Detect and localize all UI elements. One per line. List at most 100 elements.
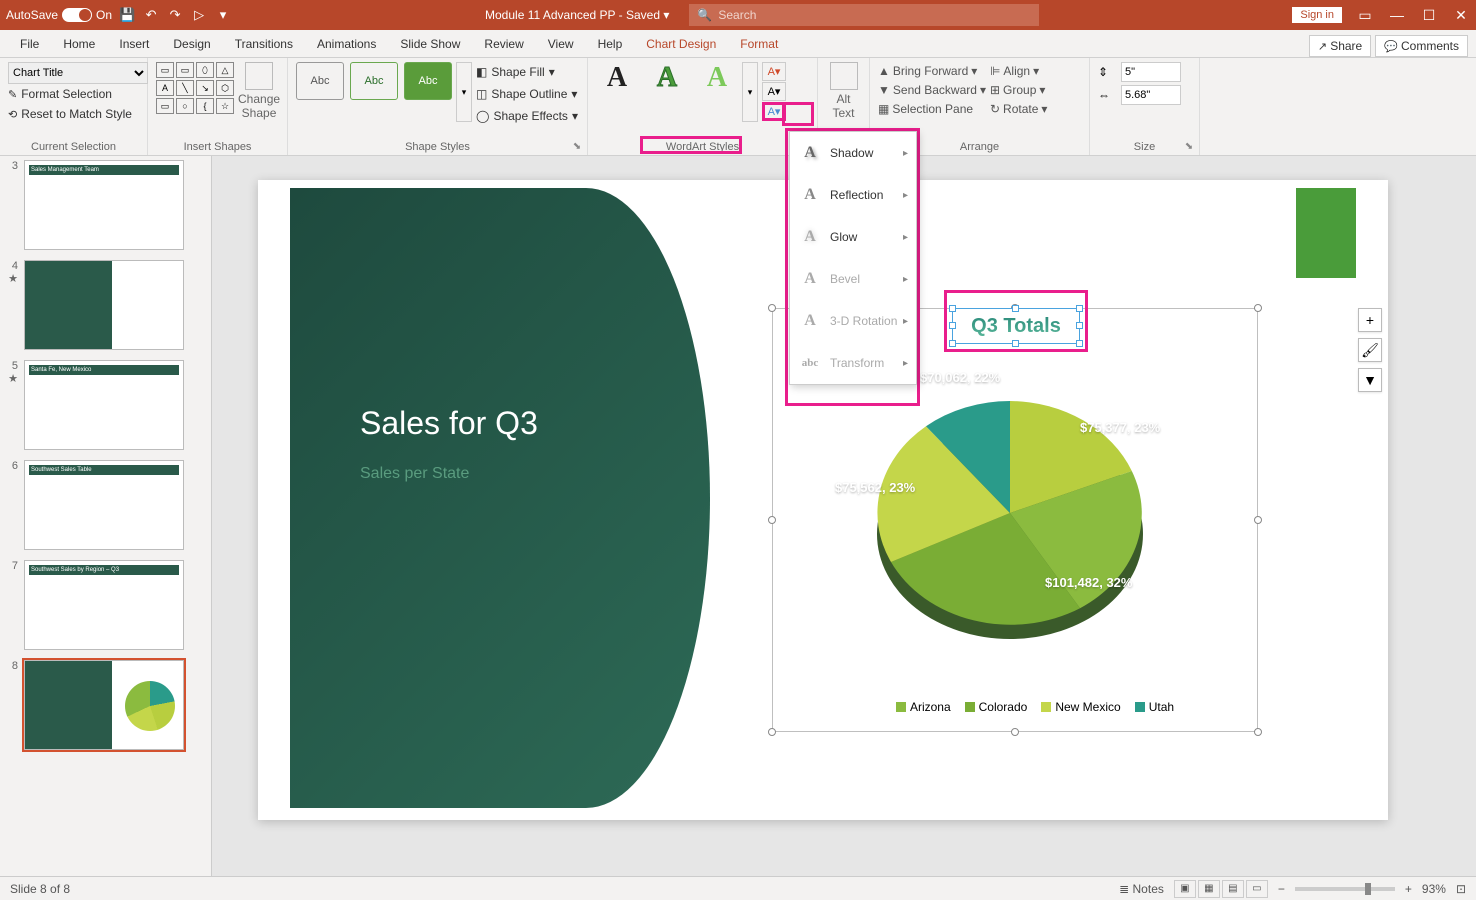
tab-transitions[interactable]: Transitions [223, 31, 305, 57]
tab-review[interactable]: Review [472, 31, 535, 57]
tab-format[interactable]: Format [728, 31, 790, 57]
tab-home[interactable]: Home [51, 31, 107, 57]
shapes-gallery[interactable]: ▭▭⬯△A╲↘⬡▭○{☆ [156, 62, 234, 114]
selection-pane-button[interactable]: ▦ Selection Pane [878, 100, 986, 118]
close-icon[interactable]: ✕ [1452, 7, 1470, 24]
autosave-state: On [96, 8, 112, 22]
tab-chart-design[interactable]: Chart Design [634, 31, 728, 57]
tab-design[interactable]: Design [161, 31, 222, 57]
slideshow-view-button[interactable]: ▭ [1246, 880, 1268, 898]
resize-handle-s[interactable] [1011, 728, 1019, 736]
undo-icon[interactable]: ↶ [142, 6, 160, 24]
signin-button[interactable]: Sign in [1292, 7, 1342, 23]
alt-text-button[interactable]: Alt Text [826, 62, 861, 120]
wordart-gallery[interactable]: A A A [596, 62, 738, 94]
chart-legend: Arizona Colorado New Mexico Utah [850, 700, 1220, 714]
tab-view[interactable]: View [536, 31, 586, 57]
tab-help[interactable]: Help [586, 31, 635, 57]
search-input[interactable] [718, 8, 1031, 22]
height-icon: ⇕ [1098, 65, 1118, 79]
menu-glow[interactable]: AGlow▸ [790, 216, 916, 258]
pie-chart[interactable]: $70,062, 22% $75,377, 23% $101,482, 32% … [820, 360, 1200, 680]
shape-style-more[interactable]: ▾ [456, 62, 472, 122]
change-shape-button[interactable]: Change Shape [238, 62, 280, 120]
text-outline-button[interactable]: A▾ [762, 82, 786, 101]
reset-style-button[interactable]: ⟲ Reset to Match Style [8, 104, 148, 124]
menu-shadow[interactable]: AShadow▸ [790, 132, 916, 174]
wordart-style-2[interactable]: A [646, 62, 688, 94]
comments-button[interactable]: 💬 Comments [1375, 35, 1468, 57]
group-button[interactable]: ⊞ Group ▾ [990, 81, 1047, 99]
wordart-style-3[interactable]: A [696, 62, 738, 94]
document-title: Module 11 Advanced PP - Saved ▾ [485, 8, 669, 22]
slide-thumb-7[interactable]: Southwest Sales by Region – Q3 [24, 560, 184, 650]
chart-filters-button[interactable]: ▼ [1358, 368, 1382, 392]
wordart-style-1[interactable]: A [596, 62, 638, 94]
width-input[interactable] [1121, 85, 1181, 105]
pie-label-colorado: $75,562, 23% [835, 480, 915, 495]
slide-thumb-4[interactable] [24, 260, 184, 350]
shape-outline-button[interactable]: ◫ Shape Outline ▾ [476, 84, 578, 104]
zoom-in-button[interactable]: + [1405, 882, 1412, 896]
bring-forward-button[interactable]: ▲ Bring Forward ▾ [878, 62, 986, 80]
element-selector[interactable]: Chart Title [8, 62, 148, 84]
height-input[interactable] [1121, 62, 1181, 82]
resize-handle-w[interactable] [768, 516, 776, 524]
wordart-more[interactable]: ▾ [742, 62, 758, 122]
slide-panel[interactable]: 3Sales Management Team 4★ 5★Santa Fe, Ne… [0, 156, 212, 876]
pie-label-arizona: $101,482, 32% [1045, 575, 1132, 590]
fit-window-button[interactable]: ⊡ [1456, 882, 1466, 896]
chart-styles-button[interactable]: 🖌 [1358, 338, 1382, 362]
size-launcher[interactable]: ⬊ [1183, 140, 1195, 152]
slide-thumb-8[interactable] [24, 660, 184, 750]
tab-file[interactable]: File [8, 31, 51, 57]
shape-effects-button[interactable]: ◯ Shape Effects ▾ [476, 106, 578, 126]
slide-thumb-6[interactable]: Southwest Sales Table [24, 460, 184, 550]
chart-elements-button[interactable]: + [1358, 308, 1382, 332]
resize-handle-ne[interactable] [1254, 304, 1262, 312]
tab-animations[interactable]: Animations [305, 31, 388, 57]
menu-transform: abcTransform▸ [790, 342, 916, 384]
shape-style-gallery[interactable]: Abc Abc Abc [296, 62, 452, 100]
resize-handle-nw[interactable] [768, 304, 776, 312]
zoom-level[interactable]: 93% [1422, 882, 1446, 896]
zoom-slider[interactable] [1295, 887, 1395, 891]
text-fill-button[interactable]: A▾ [762, 62, 786, 81]
save-icon[interactable]: 💾 [118, 6, 136, 24]
group-insert-shapes: Insert Shapes [148, 141, 287, 153]
rotate-button[interactable]: ↻ Rotate ▾ [990, 100, 1047, 118]
slide-thumb-3[interactable]: Sales Management Team [24, 160, 184, 250]
reading-view-button[interactable]: ▤ [1222, 880, 1244, 898]
ribbon-options-icon[interactable]: ▭ [1356, 7, 1374, 24]
resize-handle-se[interactable] [1254, 728, 1262, 736]
normal-view-button[interactable]: ▣ [1174, 880, 1196, 898]
group-shape-styles: Shape Styles [288, 141, 587, 153]
send-backward-button[interactable]: ▼ Send Backward ▾ [878, 81, 986, 99]
menu-reflection[interactable]: AReflection▸ [790, 174, 916, 216]
shape-styles-launcher[interactable]: ⬊ [571, 140, 583, 152]
sorter-view-button[interactable]: ▦ [1198, 880, 1220, 898]
tab-insert[interactable]: Insert [107, 31, 161, 57]
minimize-icon[interactable]: — [1388, 7, 1406, 23]
qat-more-icon[interactable]: ▾ [214, 6, 232, 24]
search-icon: 🔍 [697, 8, 712, 22]
shape-style-2[interactable]: Abc [350, 62, 398, 100]
shape-style-3[interactable]: Abc [404, 62, 452, 100]
resize-handle-e[interactable] [1254, 516, 1262, 524]
search-box[interactable]: 🔍 [689, 4, 1039, 26]
format-selection-button[interactable]: ✎ Format Selection [8, 84, 148, 104]
zoom-out-button[interactable]: − [1278, 882, 1285, 896]
tab-slideshow[interactable]: Slide Show [388, 31, 472, 57]
slide-thumb-5[interactable]: Santa Fe, New Mexico [24, 360, 184, 450]
shape-style-1[interactable]: Abc [296, 62, 344, 100]
shape-fill-button[interactable]: ◧ Shape Fill ▾ [476, 62, 578, 82]
pie-label-utah: $70,062, 22% [920, 370, 1000, 385]
redo-icon[interactable]: ↷ [166, 6, 184, 24]
align-button[interactable]: ⊫ Align ▾ [990, 62, 1047, 80]
autosave-toggle[interactable] [62, 8, 92, 22]
maximize-icon[interactable]: ☐ [1420, 7, 1438, 24]
start-icon[interactable]: ▷ [190, 6, 208, 24]
notes-button[interactable]: ≣ Notes [1119, 882, 1164, 896]
share-button[interactable]: ↗ Share [1309, 35, 1371, 57]
resize-handle-sw[interactable] [768, 728, 776, 736]
